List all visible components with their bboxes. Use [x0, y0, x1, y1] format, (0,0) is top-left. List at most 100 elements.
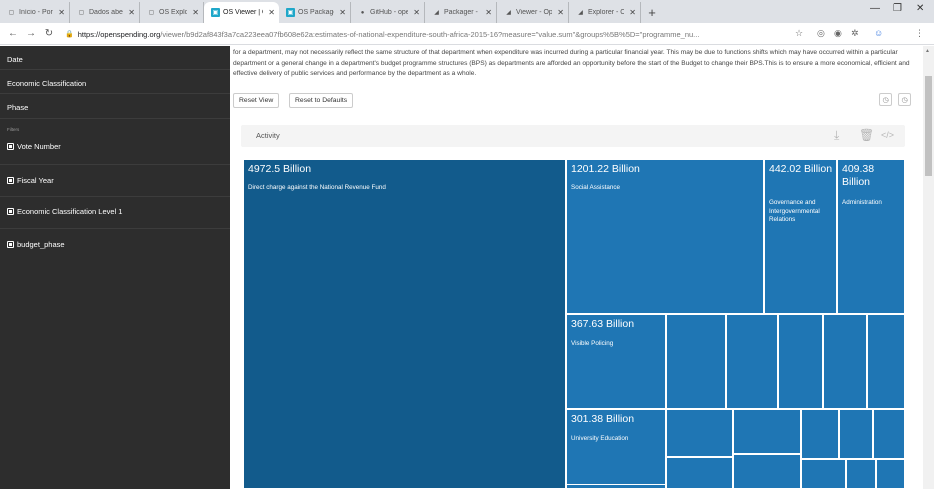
extension-icon[interactable]: ✲ — [851, 28, 859, 39]
close-tab-icon[interactable]: ✕ — [268, 8, 275, 17]
filter-fiscal-year[interactable]: Fiscal Year — [7, 176, 54, 185]
close-tab-icon[interactable]: ✕ — [339, 8, 346, 17]
star-icon[interactable]: ☆ — [795, 28, 803, 39]
trash-icon[interactable]: 🗑 — [859, 128, 874, 142]
browser-tab-strip: ▢ Início - Portal d ✕ ▢ Dados abertos ✕ ▢ OS Ex… — [0, 0, 934, 23]
tab-title: Início - Portal d — [19, 9, 53, 16]
treemap-cell[interactable] — [733, 409, 801, 454]
openspending-icon: ◢ — [578, 10, 583, 16]
treemap-cell[interactable] — [666, 457, 733, 489]
download-icon[interactable]: ⤓ — [834, 128, 839, 143]
tab-title: OS Viewer | Op — [223, 9, 263, 16]
page-scrollbar[interactable]: ▲ — [923, 46, 934, 489]
profile-icon[interactable]: ☺ — [874, 28, 883, 38]
treemap-cell[interactable] — [823, 314, 867, 409]
divider — [0, 164, 230, 165]
forward-icon[interactable]: → — [22, 28, 40, 39]
extension-icon[interactable]: ◉ — [834, 28, 842, 39]
divider — [0, 93, 230, 94]
filters-heading: Filters — [7, 127, 20, 132]
close-tab-icon[interactable]: ✕ — [192, 8, 199, 17]
scroll-up-icon[interactable]: ▲ — [925, 48, 930, 54]
github-icon: ● — [360, 9, 365, 16]
openspending-icon: ◢ — [434, 10, 439, 16]
treemap-cell[interactable] — [666, 409, 733, 457]
page-icon: ▢ — [8, 10, 15, 16]
close-tab-icon[interactable]: ✕ — [485, 8, 492, 17]
back-icon[interactable]: ← — [4, 28, 22, 39]
new-tab-button[interactable]: + — [641, 2, 663, 23]
browser-tab[interactable]: ◢ Packager - Ope ✕ — [425, 2, 497, 23]
treemap-cell[interactable] — [801, 409, 839, 459]
main-content: for a department, may not necessarily re… — [230, 46, 923, 489]
browser-tab[interactable]: ▢ OS Explorer ✕ — [140, 2, 204, 23]
browser-tab[interactable]: ◢ Explorer - Ope ✕ — [569, 2, 641, 23]
treemap-cell[interactable] — [801, 459, 846, 489]
os-icon: ▣ — [286, 8, 295, 17]
treemap-cell[interactable]: 367.63 Billion Visible Policing — [566, 314, 666, 409]
close-tab-icon[interactable]: ✕ — [128, 8, 135, 17]
treemap-cell[interactable] — [733, 454, 801, 489]
browser-tab[interactable]: ▣OS Viewer | Op ✕ — [204, 2, 279, 23]
filter-label: Economic Classification Level 1 — [17, 207, 123, 216]
sidebar-item-economic-classification[interactable]: Economic Classification — [7, 79, 86, 88]
treemap-cell[interactable]: 4972.5 Billion Direct charge against the … — [243, 159, 566, 489]
filter-economic-classification-level-1[interactable]: Economic Classification Level 1 — [7, 207, 122, 216]
extension-icon[interactable]: ◎ — [817, 28, 825, 39]
treemap-cell[interactable] — [846, 459, 876, 489]
reset-to-defaults-button[interactable]: Reset to Defaults — [289, 93, 354, 108]
treemap-cell[interactable]: 409.38 Billion Administration — [837, 159, 905, 314]
reset-view-button[interactable]: Reset View — [233, 93, 280, 108]
sidebar-item-phase[interactable]: Phase — [7, 103, 28, 112]
close-tab-icon[interactable]: ✕ — [58, 8, 65, 17]
activity-title: Activity — [256, 131, 280, 140]
embed-icon[interactable]: </> — [881, 130, 894, 140]
divider — [0, 196, 230, 197]
filter-vote-number[interactable]: Vote Number — [7, 142, 61, 151]
scroll-thumb[interactable] — [925, 76, 932, 176]
browser-tab[interactable]: ▢ Dados abertos ✕ — [70, 2, 140, 23]
treemap-cell[interactable] — [726, 314, 778, 409]
close-tab-icon[interactable]: ✕ — [413, 8, 420, 17]
browser-tab[interactable]: ◢ Viewer - Open ✕ — [497, 2, 569, 23]
openspending-icon: ◢ — [506, 10, 511, 16]
minimize-icon[interactable]: — — [870, 3, 880, 14]
treemap-cell[interactable] — [778, 314, 823, 409]
close-window-icon[interactable]: ✕ — [916, 3, 924, 14]
treemap-cell[interactable]: 1201.22 Billion Social Assistance — [566, 159, 764, 314]
browser-tab[interactable]: ▢ Início - Portal d ✕ — [0, 2, 70, 23]
treemap-cell[interactable] — [566, 484, 666, 489]
filter-label: budget_phase — [17, 240, 65, 249]
reload-icon[interactable]: ↻ — [40, 28, 58, 39]
filter-budget-phase[interactable]: budget_phase — [7, 240, 65, 249]
browser-tab[interactable]: ▣OS Packager ✕ — [279, 2, 351, 23]
tab-title: Explorer - Ope — [588, 9, 624, 16]
treemap-cell-value: 301.38 Billion — [571, 413, 635, 425]
close-tab-icon[interactable]: ✕ — [557, 8, 564, 17]
tab-title: Viewer - Open — [516, 9, 553, 16]
lock-icon: 🔒 — [65, 31, 74, 38]
browser-toolbar: ← → ↻ 🔒 https://openspending.org /viewer… — [0, 23, 934, 45]
treemap-cell[interactable] — [873, 409, 905, 459]
divider — [0, 228, 230, 229]
browser-tab[interactable]: ● GitHub - open ✕ — [351, 2, 425, 23]
tab-title: OS Explorer — [159, 9, 187, 16]
filter-icon — [7, 143, 14, 150]
treemap-cell-label: Visible Policing — [571, 340, 614, 347]
page-icon: ▢ — [78, 10, 85, 16]
maximize-icon[interactable]: ❐ — [893, 3, 902, 14]
treemap-cell[interactable]: 442.02 Billion Governance and Intergovern… — [764, 159, 837, 314]
menu-icon[interactable]: ⋮ — [915, 28, 924, 39]
treemap-cell[interactable] — [666, 314, 726, 409]
treemap-cell-label: University Education — [571, 435, 629, 442]
treemap-cell[interactable] — [876, 459, 905, 489]
close-tab-icon[interactable]: ✕ — [629, 8, 636, 17]
address-bar[interactable]: 🔒 https://openspending.org /viewer/b9d2a… — [65, 26, 783, 42]
history-back-icon[interactable]: ◷ — [879, 93, 892, 106]
history-forward-icon[interactable]: ◷ — [898, 93, 911, 106]
treemap-cell[interactable]: 301.38 Billion University Education — [566, 409, 666, 489]
sidebar-item-date[interactable]: Date — [7, 55, 23, 64]
url-path: /viewer/b9d2af843f3a7ca223eea07fb608e62a… — [160, 29, 700, 39]
treemap-cell[interactable] — [839, 409, 873, 459]
treemap-cell[interactable] — [867, 314, 905, 409]
